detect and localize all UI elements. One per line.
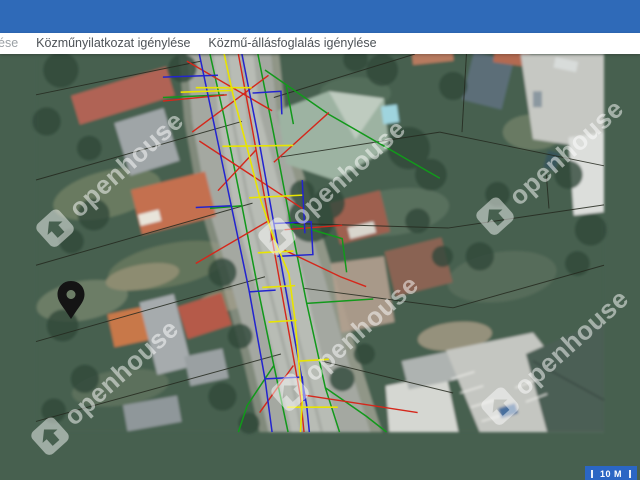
app-window: ése Közműnyilatkozat igénylése Közmű-áll… [0,0,640,480]
menu-bar: ése Közműnyilatkozat igénylése Közmű-áll… [0,33,640,54]
scale-label: 10 M [599,469,622,479]
map-canvas[interactable]: openhouse openhouse openhouse openhouse … [0,54,640,480]
nav-item-kozmunyilatkozat[interactable]: Közműnyilatkozat igénylése [27,33,199,54]
top-blue-bar [0,0,640,33]
map-pin-icon[interactable] [55,279,87,323]
nav-item-truncated[interactable]: ése [0,33,27,54]
scale-bar: 10 M [585,466,637,480]
aerial-photo [32,54,607,434]
scale-tick-right [629,470,631,478]
scale-tick-left [591,470,593,478]
nav-item-kozmu-allasfoglalas[interactable]: Közmű-állásfoglalás igénylése [199,33,385,54]
aerial-photo-layer [32,54,607,434]
